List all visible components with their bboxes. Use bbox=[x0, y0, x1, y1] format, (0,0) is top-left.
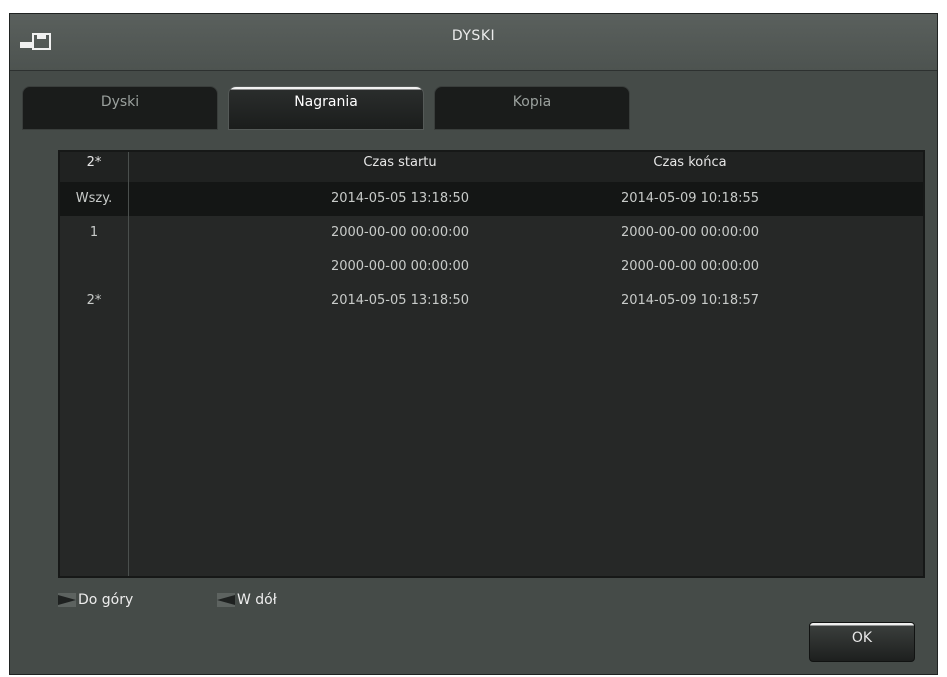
page-down-button[interactable]: W dół bbox=[217, 592, 277, 618]
page-down-key-icon bbox=[217, 593, 235, 607]
header-start-time: Czas startu bbox=[363, 155, 437, 170]
table-row[interactable]: 2000-00-00 00:00:00 2000-00-00 00:00:00 bbox=[60, 250, 923, 284]
row-end-time: 2000-00-00 00:00:00 bbox=[620, 225, 760, 240]
tab-nagrania[interactable]: Nagrania bbox=[228, 86, 424, 130]
row-start-time: 2014-05-05 13:18:50 bbox=[330, 191, 470, 206]
title-bar: DYSKI bbox=[10, 14, 937, 71]
column-divider bbox=[128, 152, 129, 576]
table-row[interactable]: Wszy. 2014-05-05 13:18:50 2014-05-09 10:… bbox=[60, 182, 923, 216]
page-up-key-icon bbox=[58, 593, 76, 607]
header-disk-id: 2* bbox=[86, 155, 102, 170]
row-end-time: 2014-05-09 10:18:55 bbox=[620, 191, 760, 206]
ok-button[interactable]: OK bbox=[809, 622, 915, 662]
tab-kopia[interactable]: Kopia bbox=[434, 86, 630, 130]
row-disk-id: Wszy. bbox=[75, 191, 113, 206]
row-end-time: 2000-00-00 00:00:00 bbox=[620, 259, 760, 274]
tab-bar: Dyski Nagrania Kopia bbox=[22, 86, 632, 130]
recordings-table[interactable]: 2* Czas startu Czas końca Wszy. 2014-05-… bbox=[58, 150, 925, 578]
table-row[interactable]: 1 2000-00-00 00:00:00 2000-00-00 00:00:0… bbox=[60, 216, 923, 250]
row-disk-id: 2* bbox=[86, 293, 102, 308]
page-down-label: W dół bbox=[237, 592, 277, 608]
row-start-time: 2014-05-05 13:18:50 bbox=[330, 293, 470, 308]
row-start-time: 2000-00-00 00:00:00 bbox=[330, 225, 470, 240]
header-end-time: Czas końca bbox=[653, 155, 727, 170]
page-up-label: Do góry bbox=[78, 592, 134, 608]
disks-window: DYSKI Dyski Nagrania Kopia 2* Czas start… bbox=[9, 13, 938, 675]
row-end-time: 2014-05-09 10:18:57 bbox=[620, 293, 760, 308]
window-title: DYSKI bbox=[451, 28, 496, 44]
tab-dyski[interactable]: Dyski bbox=[22, 86, 218, 130]
table-row[interactable]: 2* 2014-05-05 13:18:50 2014-05-09 10:18:… bbox=[60, 284, 923, 318]
page-up-button[interactable]: Do góry bbox=[58, 592, 133, 618]
row-disk-id: 1 bbox=[89, 225, 99, 240]
table-header: 2* Czas startu Czas końca bbox=[60, 152, 923, 183]
row-start-time: 2000-00-00 00:00:00 bbox=[330, 259, 470, 274]
